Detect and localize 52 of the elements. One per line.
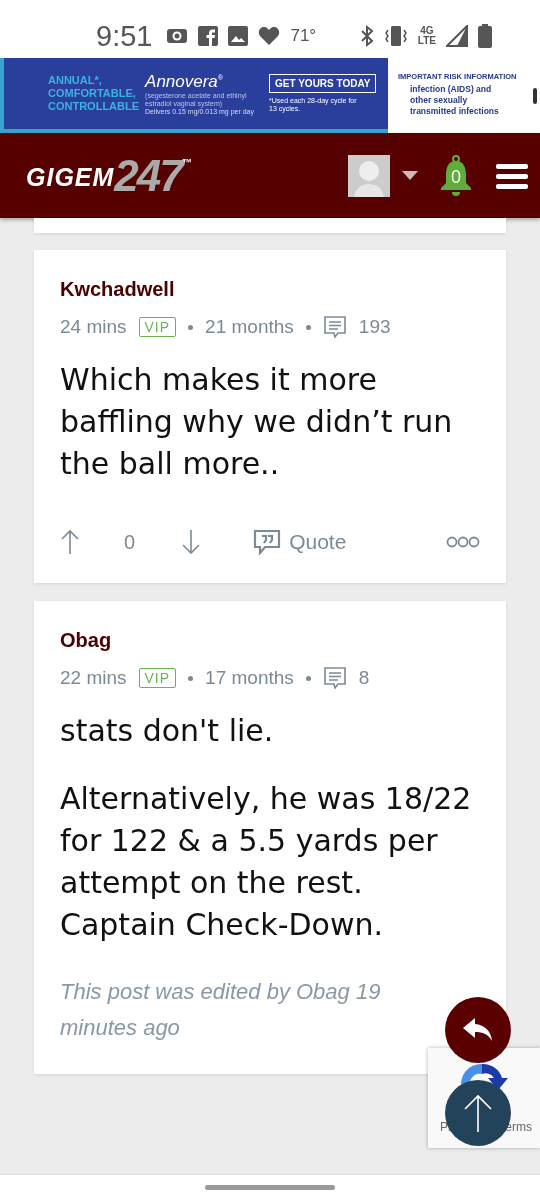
member-tenure: 21 months: [205, 316, 294, 338]
battery-icon: [478, 24, 492, 48]
vip-badge: VIP: [138, 317, 177, 337]
quote-icon: [253, 529, 282, 555]
temperature: 71°: [290, 26, 317, 46]
scrollbar: [533, 88, 537, 104]
downvote-icon[interactable]: [181, 529, 202, 555]
arrow-up-icon: [463, 1093, 493, 1133]
ad-tagline: CONTROLLABLE: [48, 100, 140, 113]
quote-button[interactable]: Quote: [253, 529, 347, 555]
post-time: 22 mins: [60, 667, 127, 689]
camera-icon: [166, 27, 189, 45]
separator-dot: [188, 675, 194, 681]
facebook-icon: [198, 26, 219, 46]
vote-count: 0: [124, 530, 136, 554]
vip-badge: VIP: [138, 668, 177, 688]
separator-dot: [188, 324, 194, 330]
edited-note: This post was edited by Obag 19: [60, 978, 381, 1006]
post-text: Alternatively, he was 18/22 for 122 & a 5.5 yards per attempt on the rest. Captain Check-Down.: [60, 780, 473, 944]
notification-count: 0: [450, 166, 462, 188]
network-type: LTE: [417, 36, 436, 46]
more-icon[interactable]: [446, 536, 480, 548]
separator-dot: [305, 675, 311, 681]
upvote-icon[interactable]: [60, 529, 80, 555]
post-text: Which makes it more baffling why we didn’t run the ball more..: [60, 361, 454, 483]
heart-icon: [258, 26, 281, 46]
avatar-icon[interactable]: [348, 154, 390, 197]
separator-dot: [305, 324, 311, 330]
status-time: 9:51: [96, 19, 153, 53]
comment-icon: [322, 315, 347, 339]
menu-icon[interactable]: [496, 161, 528, 190]
post-count: 8: [358, 667, 370, 689]
author-name[interactable]: Obag: [60, 629, 480, 652]
ad-tagline: COMFORTABLE,: [48, 87, 137, 100]
comment-icon: [322, 666, 347, 690]
reply-icon: [462, 1017, 494, 1043]
author-name[interactable]: Kwchadwell: [60, 278, 480, 301]
ad-tagline: ANNUAL*,: [48, 74, 103, 87]
ad-brand: Annovera$^{®}$: [145, 71, 224, 92]
bluetooth-icon: [359, 25, 374, 47]
member-tenure: 17 months: [205, 667, 294, 689]
network-type: 4G: [420, 26, 434, 36]
caret-icon[interactable]: [402, 170, 418, 181]
image-icon: [228, 26, 249, 46]
ad-cta-button[interactable]: GET YOURS TODAY: [269, 74, 377, 93]
edited-note: minutes ago: [60, 1014, 180, 1042]
vibrate-icon: [383, 25, 408, 47]
post-time: 24 mins: [60, 316, 127, 338]
post-text: stats don't lie.: [60, 712, 275, 750]
post-count: 193: [358, 316, 391, 338]
ad-risk-text: infection (AIDS) and other sexually transmitted infections: [410, 84, 500, 117]
signal-icon: [446, 25, 468, 47]
